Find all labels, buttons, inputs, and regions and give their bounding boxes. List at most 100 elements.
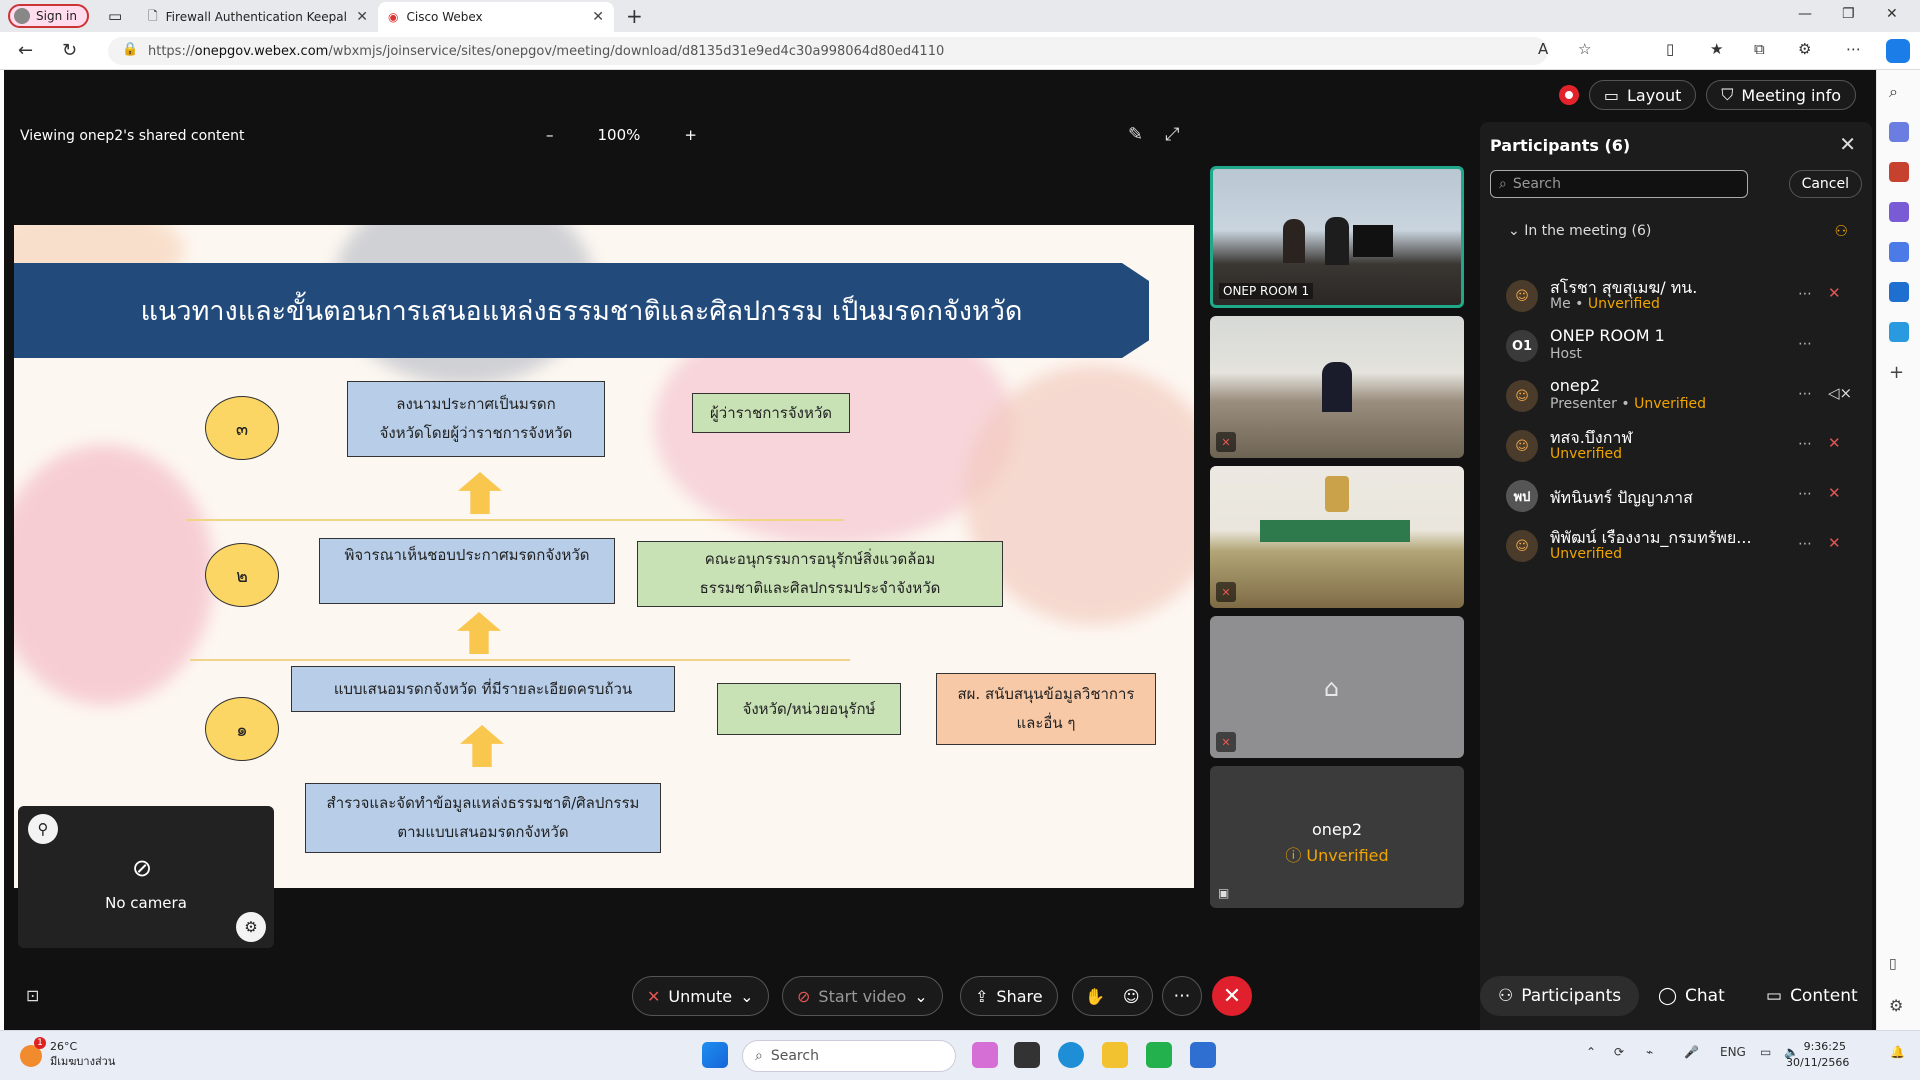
in-meeting-section[interactable]: ⌄ In the meeting (6) — [1508, 223, 1651, 239]
send-icon[interactable] — [1889, 322, 1909, 342]
refresh-icon[interactable]: ↻ — [62, 40, 77, 61]
more-icon[interactable]: ⋯ — [1798, 536, 1812, 552]
start-video-button[interactable]: ⊘ Start video ⌄ — [782, 976, 943, 1016]
line-icon[interactable] — [1146, 1042, 1172, 1068]
windows-start-icon[interactable] — [702, 1042, 728, 1068]
tile-status: ⓘ Unverified — [1210, 842, 1464, 866]
mic-muted-icon[interactable]: ✕ — [1828, 434, 1841, 452]
participant-search-input[interactable]: ⌕ Search — [1490, 170, 1748, 198]
captions-icon[interactable]: ⊡ — [26, 986, 39, 1005]
emoji-icon[interactable]: ☺ — [1123, 987, 1140, 1006]
split-screen-icon[interactable]: ▯ — [1666, 40, 1674, 58]
tab-firewall[interactable]: 🗋 Firewall Authentication Keepalive ✕ — [138, 2, 378, 32]
video-tile-4[interactable]: ⌂ ✕ — [1210, 616, 1464, 758]
mic-muted-icon[interactable]: ✕ — [1828, 484, 1841, 502]
search-icon[interactable]: ⌕ — [1889, 82, 1909, 102]
minimize-icon[interactable]: — — [1798, 6, 1812, 22]
sync-icon[interactable]: ⟳ — [1614, 1045, 1624, 1059]
gear-icon[interactable]: ⚙ — [236, 912, 266, 942]
new-tab-icon[interactable]: + — [626, 4, 643, 28]
extensions-icon[interactable]: ⚙ — [1798, 40, 1811, 58]
clock[interactable]: 9:36:25 30/11/2566 — [1786, 1039, 1849, 1071]
taskbar-search[interactable]: ⌕ Search — [742, 1040, 956, 1072]
chat-button[interactable]: ◯ Chat — [1640, 976, 1743, 1016]
tab-webex[interactable]: ◉ Cisco Webex ✕ — [378, 2, 614, 32]
fullscreen-icon[interactable]: ⤢ — [1165, 124, 1179, 145]
task-view-icon[interactable] — [1014, 1042, 1040, 1068]
add-icon[interactable]: + — [1889, 362, 1909, 383]
copilot-icon[interactable] — [1886, 39, 1910, 63]
video-tile-onep-room-1[interactable]: ONEP ROOM 1 — [1210, 166, 1464, 308]
meeting-info-button[interactable]: ⛉ Meeting info — [1706, 80, 1856, 110]
person — [1283, 219, 1305, 263]
chevron-down-icon: ⌄ — [1508, 223, 1525, 239]
mic-muted-icon[interactable]: ✕ — [1828, 284, 1841, 302]
office-icon[interactable] — [1889, 242, 1909, 262]
favorites-icon[interactable]: ★ — [1710, 40, 1723, 58]
close-tab-icon[interactable]: ✕ — [356, 9, 368, 25]
favorite-icon[interactable]: ☆ — [1578, 40, 1591, 58]
restore-icon[interactable]: ❐ — [1842, 6, 1855, 22]
notepad-icon[interactable] — [1190, 1042, 1216, 1068]
more-icon[interactable]: ⋯ — [1798, 336, 1812, 352]
sidebar-toggle-icon[interactable]: ▯ — [1889, 956, 1909, 976]
recording-indicator-icon[interactable] — [1558, 85, 1579, 105]
pin-icon[interactable]: ⚲ — [28, 814, 58, 844]
share-button[interactable]: ⇪ Share — [960, 976, 1058, 1016]
file-explorer-icon[interactable] — [1102, 1042, 1128, 1068]
speaker-muted-icon[interactable]: ◁× — [1828, 384, 1852, 402]
unmute-button[interactable]: ✕ Unmute ⌄ — [632, 976, 769, 1016]
settings-icon[interactable]: ⚙ — [1889, 996, 1909, 1016]
layout-button[interactable]: ▭ Layout — [1588, 80, 1697, 110]
participant-row[interactable]: ☺ onep2 Presenter • Unverified ⋯ ◁× — [1506, 374, 1856, 420]
network-icon[interactable]: ⌁ — [1646, 1045, 1653, 1059]
participant-row[interactable]: ☺ พิพัฒน์ เรืองงาม_กรมทรัพย... Unverifie… — [1506, 524, 1856, 570]
participant-row[interactable]: O1 ONEP ROOM 1 Host ⋯ — [1506, 324, 1856, 370]
mic-muted-icon[interactable]: ✕ — [1828, 534, 1841, 552]
chevron-down-icon[interactable]: ⌄ — [914, 987, 927, 1006]
participants-button[interactable]: ⚇ Participants — [1480, 976, 1640, 1016]
more-icon[interactable]: ⋯ — [1798, 386, 1812, 402]
more-icon[interactable]: ⋯ — [1798, 436, 1812, 452]
signin-button[interactable]: Sign in — [8, 4, 89, 28]
close-window-icon[interactable]: ✕ — [1886, 6, 1898, 22]
edge-icon[interactable] — [1058, 1042, 1084, 1068]
more-options-icon[interactable]: ⋯ — [1162, 976, 1202, 1016]
participant-row[interactable]: ☺ สโรชา สุขสุเมฆ/ ทน. Me • Unverified ⋯ … — [1506, 274, 1856, 320]
content-button[interactable]: ▭ Content — [1748, 976, 1876, 1016]
add-person-icon[interactable]: ⚇ — [1835, 222, 1848, 240]
chevron-down-icon[interactable]: ⌄ — [740, 987, 753, 1006]
cancel-button[interactable]: Cancel — [1788, 170, 1862, 198]
read-aloud-icon[interactable]: A — [1538, 40, 1548, 58]
close-tab-icon[interactable]: ✕ — [592, 9, 604, 25]
tag-icon[interactable] — [1889, 122, 1909, 142]
tab-actions-icon[interactable]: ▭ — [108, 7, 122, 25]
participant-row[interactable]: พป พัทนินทร์ ปัญญาภาส ⋯ ✕ — [1506, 474, 1856, 520]
chevron-up-icon[interactable]: ⌃ — [1586, 1045, 1596, 1059]
copilot-taskbar-icon[interactable] — [972, 1042, 998, 1068]
participant-row[interactable]: ☺ ทสจ.บึงกาฬ Unverified ⋯ ✕ — [1506, 424, 1856, 470]
more-icon[interactable]: ⋯ — [1846, 40, 1861, 58]
video-tile-onep2[interactable]: onep2 ⓘ Unverified ▣ — [1210, 766, 1464, 908]
language-indicator[interactable]: ENG — [1720, 1045, 1746, 1059]
zoom-in-button[interactable]: + — [684, 126, 697, 144]
games-icon[interactable] — [1889, 202, 1909, 222]
weather-widget[interactable]: 26°C มีเมฆบางส่วน — [50, 1039, 115, 1069]
annotate-icon[interactable]: ✎ — [1128, 124, 1143, 145]
video-tile-3[interactable]: ✕ — [1210, 466, 1464, 608]
mic-icon[interactable]: 🎤 — [1684, 1045, 1699, 1059]
url-field[interactable]: 🔒 https://onepgov.webex.com/wbxmjs/joins… — [108, 37, 1548, 65]
zoom-out-button[interactable]: – — [546, 126, 554, 144]
more-icon[interactable]: ⋯ — [1798, 486, 1812, 502]
tools-icon[interactable] — [1889, 162, 1909, 182]
video-tile-2[interactable]: ✕ — [1210, 316, 1464, 458]
bell-icon[interactable]: 🔔 — [1890, 1045, 1905, 1059]
raise-hand-icon[interactable]: ✋ — [1085, 987, 1105, 1006]
more-icon[interactable]: ⋯ — [1798, 286, 1812, 302]
end-call-button[interactable]: ✕ — [1212, 976, 1252, 1016]
collections-icon[interactable]: ⧉ — [1754, 40, 1765, 58]
back-icon[interactable]: ← — [18, 40, 33, 61]
outlook-icon[interactable] — [1889, 282, 1909, 302]
display-icon[interactable]: ▭ — [1760, 1045, 1771, 1059]
close-icon[interactable]: ✕ — [1839, 132, 1856, 156]
